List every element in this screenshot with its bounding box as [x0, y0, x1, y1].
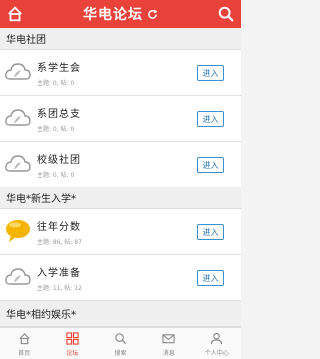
- list-item: 系学生会 主题: 0, 帖: 0 进入: [0, 50, 241, 96]
- forum-meta: 主题: 0, 帖: 0: [37, 172, 75, 179]
- tab-label: 论坛: [66, 350, 79, 357]
- forum-name: 系团总支: [37, 109, 81, 120]
- enter-button[interactable]: 进入: [197, 270, 224, 286]
- forum-name: 往年分数: [37, 222, 81, 233]
- enter-button[interactable]: 进入: [197, 111, 224, 127]
- tab-profile[interactable]: 个人中心: [193, 328, 241, 359]
- section-header: 华电*新生入学*: [0, 187, 241, 209]
- search-icon[interactable]: [217, 5, 235, 23]
- forum-meta: 主题: 0, 帖: 0: [37, 126, 75, 133]
- tab-forum[interactable]: 论坛: [48, 328, 96, 359]
- section-header: 华电社团: [0, 28, 241, 50]
- forum-meta: 主题: 11, 帖: 12: [37, 285, 82, 292]
- section-header: 华电*相约娱乐*: [0, 301, 241, 327]
- chat-bubble-yellow-icon: [6, 220, 30, 242]
- bottom-tabbar: 首页 论坛 搜索 消息 个人中心: [0, 327, 241, 359]
- forum-name: 入学准备: [37, 268, 81, 279]
- enter-button[interactable]: 进入: [197, 157, 224, 173]
- forum-name: 系学生会: [37, 63, 81, 74]
- tab-label: 搜索: [114, 350, 127, 357]
- cloud-grey-icon: [5, 109, 31, 126]
- cloud-grey-icon: [5, 155, 31, 172]
- tab-label: 首页: [18, 350, 31, 357]
- page-title: 华电论坛: [83, 6, 143, 22]
- list-item: 往年分数 主题: 86, 帖: 87 进入: [0, 209, 241, 255]
- forum-meta: 主题: 0, 帖: 0: [37, 80, 75, 87]
- tab-label: 个人中心: [204, 350, 229, 357]
- cloud-grey-icon: [5, 268, 31, 285]
- search-icon: [115, 333, 127, 345]
- home-icon: [19, 333, 30, 345]
- title-wrap: 华电论坛: [83, 4, 158, 24]
- home-icon[interactable]: [6, 5, 24, 23]
- tab-search[interactable]: 搜索: [96, 328, 144, 359]
- tab-messages[interactable]: 消息: [145, 328, 193, 359]
- list-item: 校级社团 主题: 0, 帖: 0 进入: [0, 142, 241, 188]
- list-item: 系团总支 主题: 0, 帖: 0 进入: [0, 96, 241, 142]
- person-icon: [211, 332, 223, 345]
- list-item: 入学准备 主题: 11, 帖: 12 进入: [0, 255, 241, 301]
- tab-home[interactable]: 首页: [0, 328, 48, 359]
- grid-icon: [66, 332, 79, 345]
- app-header: 华电论坛: [0, 0, 241, 28]
- mail-icon: [162, 334, 175, 344]
- forum-name: 校级社团: [37, 155, 81, 166]
- tab-label: 消息: [162, 350, 175, 357]
- refresh-icon[interactable]: [147, 8, 158, 20]
- enter-button[interactable]: 进入: [197, 224, 224, 240]
- cloud-grey-icon: [5, 63, 31, 80]
- enter-button[interactable]: 进入: [197, 65, 224, 81]
- forum-meta: 主题: 86, 帖: 87: [37, 239, 82, 246]
